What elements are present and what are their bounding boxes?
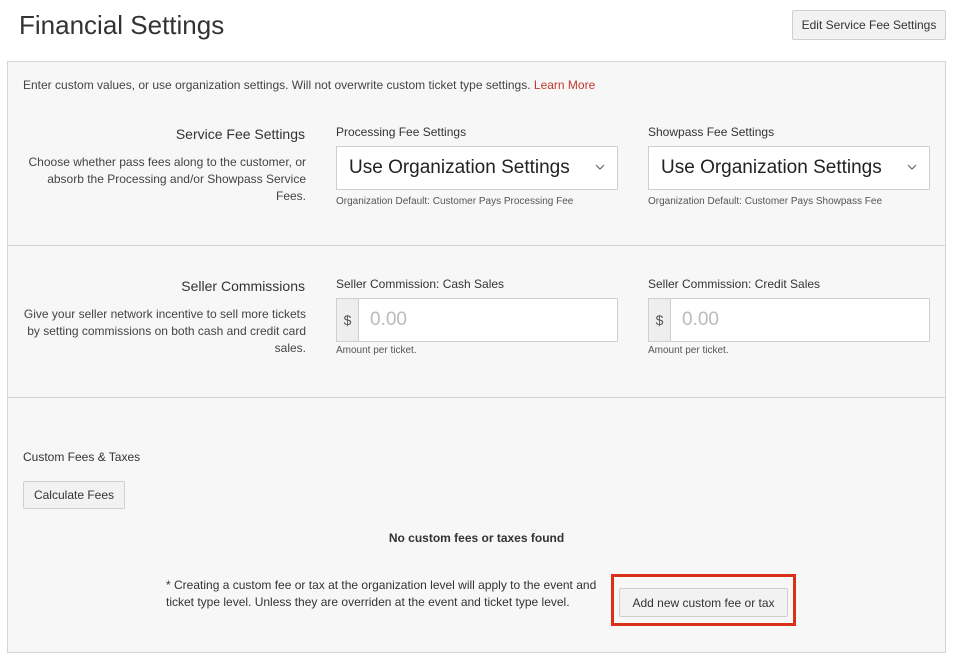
- seller-commissions-title: Seller Commissions: [181, 278, 305, 294]
- processing-fee-hint: Organization Default: Customer Pays Proc…: [336, 196, 574, 207]
- chevron-down-icon: [907, 164, 917, 170]
- showpass-fee-label: Showpass Fee Settings: [648, 125, 775, 139]
- dollar-addon: $: [649, 299, 671, 341]
- cash-sales-commission-label: Seller Commission: Cash Sales: [336, 277, 505, 291]
- seller-commissions-description: Give your seller network incentive to se…: [23, 307, 306, 355]
- dollar-addon: $: [337, 299, 359, 341]
- credit-sales-commission-label: Seller Commission: Credit Sales: [648, 277, 821, 291]
- showpass-fee-select-value: Use Organization Settings: [661, 157, 882, 178]
- credit-sales-commission-input[interactable]: [671, 299, 929, 341]
- credit-sales-commission-hint: Amount per ticket.: [648, 345, 729, 356]
- showpass-fee-hint: Organization Default: Customer Pays Show…: [648, 196, 882, 207]
- edit-service-fee-settings-button[interactable]: Edit Service Fee Settings: [792, 10, 946, 40]
- section-divider: [8, 245, 945, 246]
- cash-sales-commission-input-group: $: [336, 298, 618, 342]
- custom-fee-footnote: * Creating a custom fee or tax at the or…: [166, 578, 597, 609]
- section-divider: [8, 397, 945, 398]
- cash-sales-commission-input[interactable]: [359, 299, 617, 341]
- service-fee-settings-description: Choose whether pass fees along to the cu…: [28, 155, 307, 203]
- calculate-fees-button[interactable]: Calculate Fees: [23, 481, 125, 509]
- empty-state-message: No custom fees or taxes found: [388, 531, 565, 545]
- cash-sales-commission-hint: Amount per ticket.: [336, 345, 417, 356]
- credit-sales-commission-input-group: $: [648, 298, 930, 342]
- financial-settings-panel: Enter custom values, or use organization…: [7, 61, 946, 653]
- processing-fee-select-value: Use Organization Settings: [349, 157, 570, 178]
- intro-text: Enter custom values, or use organization…: [23, 78, 595, 92]
- processing-fee-select[interactable]: Use Organization Settings: [336, 146, 618, 190]
- custom-fees-taxes-title: Custom Fees & Taxes: [23, 450, 141, 464]
- processing-fee-label: Processing Fee Settings: [336, 125, 467, 139]
- learn-more-link[interactable]: Learn More: [534, 78, 595, 92]
- service-fee-settings-title: Service Fee Settings: [175, 126, 305, 142]
- chevron-down-icon: [595, 164, 605, 170]
- add-custom-fee-button[interactable]: Add new custom fee or tax: [619, 588, 788, 617]
- intro-description: Enter custom values, or use organization…: [23, 78, 531, 92]
- showpass-fee-select[interactable]: Use Organization Settings: [648, 146, 930, 190]
- page-title: Financial Settings: [19, 10, 225, 40]
